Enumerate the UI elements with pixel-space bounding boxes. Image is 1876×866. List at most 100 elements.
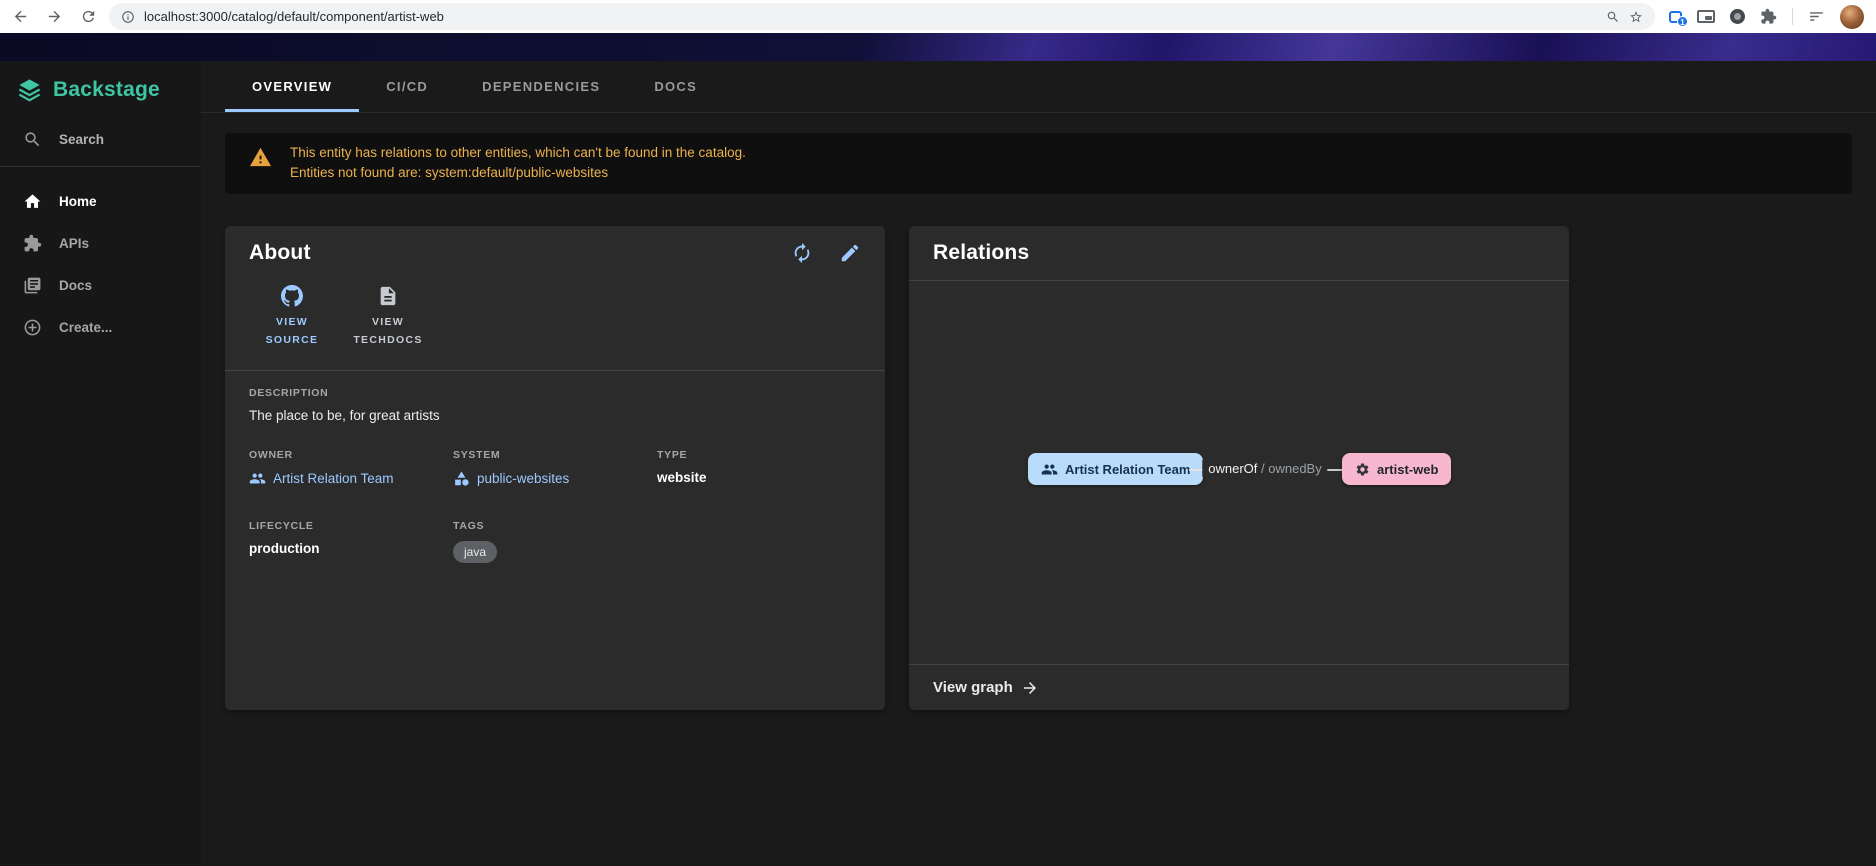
system-link[interactable]: public-websites: [453, 470, 569, 487]
sidebar-home-label: Home: [59, 194, 97, 209]
edge-label-separator: /: [1257, 461, 1268, 476]
cards-row: About VIEW SOURC: [225, 226, 1852, 710]
type-value: website: [657, 470, 861, 485]
view-techdocs-label: VIEW TECHDOCS: [347, 314, 429, 350]
sidebar-item-apis[interactable]: APIs: [0, 222, 201, 264]
extensions-puzzle-icon[interactable]: [1760, 8, 1777, 25]
tab-cicd-label: CI/CD: [386, 79, 428, 94]
add-circle-icon: [23, 318, 42, 337]
zoom-icon[interactable]: [1606, 10, 1620, 24]
sidebar-item-search[interactable]: Search: [0, 119, 201, 159]
arrow-right-icon: [1021, 679, 1039, 697]
badge-counter-icon[interactable]: 1: [1669, 11, 1682, 23]
about-card: About VIEW SOURC: [225, 226, 885, 710]
sidebar-docs-label: Docs: [59, 278, 92, 293]
browser-toolbar: localhost:3000/catalog/default/component…: [0, 0, 1876, 33]
warning-banner[interactable]: This entity has relations to other entit…: [225, 133, 1852, 194]
tab-overview[interactable]: OVERVIEW: [225, 61, 359, 112]
page-info-icon[interactable]: [121, 10, 135, 24]
system-label: SYSTEM: [453, 449, 657, 461]
warning-text: This entity has relations to other entit…: [290, 143, 746, 183]
tab-dependencies-label: DEPENDENCIES: [482, 79, 600, 94]
extension-circle-icon[interactable]: [1730, 9, 1745, 24]
edit-icon[interactable]: [839, 242, 861, 264]
tab-overview-label: OVERVIEW: [252, 79, 332, 94]
forward-icon[interactable]: [46, 8, 63, 25]
browser-profile-avatar[interactable]: [1840, 5, 1864, 29]
group-icon: [1041, 461, 1058, 478]
category-icon: [453, 470, 470, 487]
tab-docs[interactable]: DOCS: [627, 61, 724, 112]
lifecycle-value: production: [249, 541, 453, 556]
lifecycle-field: LIFECYCLE production: [249, 520, 453, 563]
backstage-logo-icon: [16, 76, 43, 103]
pip-icon[interactable]: [1697, 10, 1715, 23]
techdocs-icon: [377, 285, 399, 307]
graph-node-component[interactable]: artist-web: [1342, 453, 1451, 485]
system-field: SYSTEM public-websites: [453, 449, 657, 492]
header-gradient-band: [0, 33, 1876, 61]
tab-cicd[interactable]: CI/CD: [359, 61, 455, 112]
reading-list-icon[interactable]: [1808, 8, 1825, 25]
description-field: DESCRIPTION The place to be, for great a…: [249, 387, 861, 423]
description-label: DESCRIPTION: [249, 387, 861, 399]
github-icon: [281, 285, 303, 307]
bookmark-star-icon[interactable]: [1629, 10, 1643, 24]
sidebar-item-home[interactable]: Home: [0, 180, 201, 222]
view-graph-link[interactable]: View graph: [909, 664, 1569, 710]
sidebar-divider: [0, 166, 201, 167]
tags-field: TAGS java: [453, 520, 657, 563]
description-value: The place to be, for great artists: [249, 408, 861, 423]
gear-icon: [1355, 462, 1370, 477]
owner-link[interactable]: Artist Relation Team: [249, 470, 394, 487]
home-icon: [23, 192, 42, 211]
view-source-label: VIEW SOURCE: [251, 314, 333, 350]
relations-card: Relations Artist Relation Team ownerOf /…: [909, 226, 1569, 710]
about-field-grid: OWNER Artist Relation Team SYSTEM: [249, 449, 861, 563]
toolbar-divider: [1792, 8, 1793, 25]
empty-field: [657, 520, 861, 563]
view-source-button[interactable]: VIEW SOURCE: [249, 279, 335, 358]
extension-circle-glyph: [1730, 9, 1745, 24]
tab-dependencies[interactable]: DEPENDENCIES: [455, 61, 627, 112]
view-techdocs-button[interactable]: VIEW TECHDOCS: [345, 279, 431, 358]
screen: localhost:3000/catalog/default/component…: [0, 0, 1876, 866]
badge-count: 1: [1677, 16, 1688, 27]
relations-title: Relations: [933, 241, 1029, 265]
browser-action-icons: 1: [1669, 5, 1864, 29]
refresh-icon[interactable]: [791, 242, 813, 264]
warning-line-1: This entity has relations to other entit…: [290, 143, 746, 163]
sidebar-item-create[interactable]: Create...: [0, 306, 201, 348]
tags-label: TAGS: [453, 520, 657, 532]
warning-line-2: Entities not found are: system:default/p…: [290, 163, 746, 183]
about-action-buttons: VIEW SOURCE VIEW TECHDOCS: [225, 277, 885, 370]
view-graph-label: View graph: [933, 679, 1013, 696]
system-value: public-websites: [477, 471, 569, 486]
type-label: TYPE: [657, 449, 861, 461]
group-icon: [249, 470, 266, 487]
sidebar-apis-label: APIs: [59, 236, 89, 251]
browser-nav-buttons: [12, 8, 97, 25]
edge-label-secondary: ownedBy: [1268, 461, 1321, 476]
about-header-actions: [791, 242, 861, 264]
library-icon: [23, 276, 42, 295]
search-icon: [23, 130, 42, 149]
about-body: DESCRIPTION The place to be, for great a…: [225, 371, 885, 587]
about-title: About: [249, 241, 311, 265]
pip-glyph: [1697, 10, 1715, 23]
tag-chip: java: [453, 541, 497, 563]
graph-node-component-label: artist-web: [1377, 462, 1438, 477]
url-bar[interactable]: localhost:3000/catalog/default/component…: [109, 3, 1655, 30]
graph-node-owner[interactable]: Artist Relation Team: [1028, 453, 1203, 485]
back-icon[interactable]: [12, 8, 29, 25]
sidebar: Backstage Search Home APIs Docs Create: [0, 61, 201, 866]
backstage-logo[interactable]: Backstage: [0, 61, 201, 119]
relations-graph: Artist Relation Team ownerOf / ownedBy a…: [909, 281, 1569, 664]
sidebar-item-docs[interactable]: Docs: [0, 264, 201, 306]
edge-label-primary: ownerOf: [1208, 461, 1257, 476]
main-content: OVERVIEW CI/CD DEPENDENCIES DOCS This en…: [201, 61, 1876, 866]
reload-icon[interactable]: [80, 8, 97, 25]
owner-value: Artist Relation Team: [273, 471, 394, 486]
url-text: localhost:3000/catalog/default/component…: [144, 9, 444, 24]
owner-label: OWNER: [249, 449, 453, 461]
